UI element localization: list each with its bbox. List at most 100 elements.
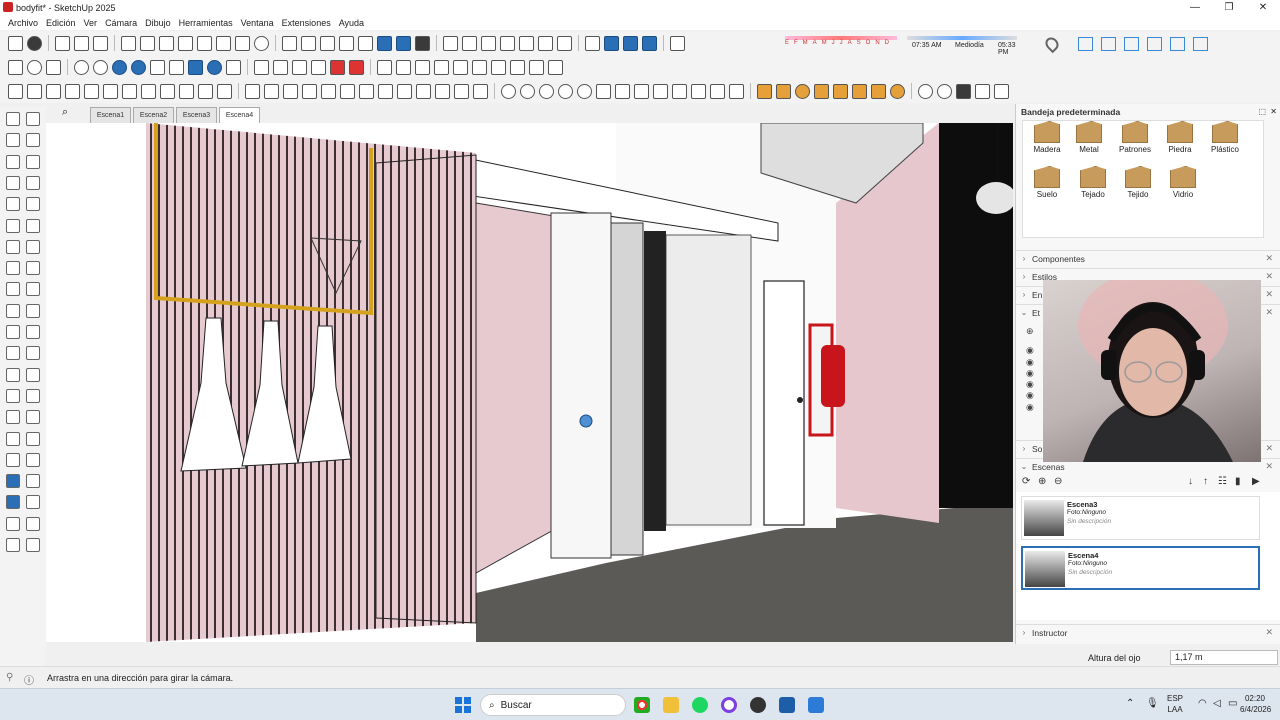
new-icon[interactable]	[55, 35, 70, 51]
rotate-icon[interactable]	[6, 303, 20, 318]
view-icon-b[interactable]	[519, 35, 534, 51]
tab-escena2[interactable]: Escena2	[133, 107, 174, 123]
battery-icon[interactable]: ▭	[1228, 698, 1237, 709]
pie-icon[interactable]	[26, 239, 40, 254]
scale-icon[interactable]	[6, 325, 20, 339]
info-icon[interactable]: ⓘ	[24, 672, 34, 687]
material-madera[interactable]: Madera	[1027, 121, 1067, 161]
xray-icon[interactable]	[377, 35, 392, 51]
circle-tool-icon-a[interactable]	[501, 83, 516, 99]
view-icon-a[interactable]	[500, 35, 515, 51]
plug-icon[interactable]	[956, 83, 971, 99]
tool-icon-x[interactable]	[473, 83, 488, 99]
move-view-icon[interactable]	[585, 35, 600, 51]
menu-ayuda[interactable]: Ayuda	[339, 18, 364, 28]
tool-icon-r[interactable]	[359, 83, 374, 99]
tool-icon-k[interactable]	[217, 83, 232, 99]
select-icon[interactable]	[6, 112, 20, 126]
move-up-icon[interactable]: ↑	[1203, 476, 1208, 487]
paint-icon[interactable]	[150, 59, 165, 75]
extension-icon-h[interactable]	[890, 83, 905, 99]
drop-icon-a[interactable]	[74, 59, 89, 75]
text-icon[interactable]	[26, 367, 40, 382]
tool-icon-j[interactable]	[198, 83, 213, 99]
settings-icon[interactable]	[27, 59, 42, 75]
top-view-icon[interactable]	[301, 35, 316, 51]
tool-icon-g[interactable]	[141, 83, 156, 99]
refresh-icon[interactable]: ⟳	[1022, 476, 1030, 487]
select-mode-icon[interactable]	[8, 83, 23, 99]
axes-icon[interactable]	[6, 388, 20, 403]
menu-dibujo[interactable]: Dibujo	[145, 18, 171, 28]
shaded-icon[interactable]	[396, 35, 411, 51]
tag-tool-icon[interactable]	[6, 154, 20, 169]
lock-icon[interactable]	[729, 83, 744, 99]
circle-tool-icon-d[interactable]	[558, 83, 573, 99]
details-icon[interactable]: ▶	[1252, 476, 1260, 487]
remove-scene-icon[interactable]: ⊖	[1054, 476, 1062, 487]
position-camera-icon[interactable]	[623, 35, 638, 51]
tab-escena4[interactable]: Escena4	[219, 107, 260, 123]
model-viewport[interactable]	[46, 123, 1013, 642]
tool-icon-m[interactable]	[264, 83, 279, 99]
tape-measure-icon[interactable]	[6, 346, 20, 361]
tool-icon-e[interactable]	[103, 83, 118, 99]
tool-icon-d[interactable]	[84, 83, 99, 99]
look-around-icon[interactable]	[642, 35, 657, 51]
solid-tools-icon-b[interactable]	[349, 59, 364, 75]
extension-icon-f[interactable]	[852, 83, 867, 99]
sandbox-icon-e[interactable]	[453, 59, 468, 75]
geolocation-icon[interactable]	[1042, 34, 1062, 54]
shape-icon-d[interactable]	[311, 59, 326, 75]
extension-icon-c[interactable]	[795, 83, 810, 99]
taskbar-search[interactable]: ⌕ Buscar	[480, 694, 626, 716]
tool-icon-f[interactable]	[122, 83, 137, 99]
layout-icon[interactable]	[8, 59, 23, 75]
document-icon[interactable]	[994, 83, 1009, 99]
tool-icon-ae[interactable]	[710, 83, 725, 99]
tool-icon-u[interactable]	[416, 83, 431, 99]
material-metal[interactable]: Metal	[1069, 121, 1109, 161]
view-options-icon[interactable]: ☷	[1218, 476, 1227, 487]
extension-icon-b[interactable]	[776, 83, 791, 99]
rectangle-icon[interactable]	[6, 197, 20, 212]
obs-icon[interactable]	[721, 697, 737, 713]
paint-bucket-icon[interactable]	[6, 133, 20, 148]
outliner-icon-a[interactable]	[1078, 37, 1093, 51]
copy-icon[interactable]	[140, 35, 155, 51]
push-pull-icon[interactable]	[26, 282, 40, 297]
menu-herramientas[interactable]: Herramientas	[179, 18, 233, 28]
model-info-icon[interactable]	[254, 35, 269, 51]
tool-icon-l[interactable]	[245, 83, 260, 99]
undo-icon[interactable]	[197, 35, 212, 51]
tool-icon-aa[interactable]	[634, 83, 649, 99]
sandbox-icon-d[interactable]	[434, 59, 449, 75]
eraser-b-icon[interactable]	[26, 154, 40, 169]
tool-icon-y[interactable]	[596, 83, 611, 99]
iso-view-icon[interactable]	[282, 35, 297, 51]
start-icon[interactable]	[455, 697, 471, 713]
freehand-icon[interactable]	[26, 175, 40, 190]
extension-icon-d[interactable]	[814, 83, 829, 99]
spotify-icon[interactable]	[692, 697, 708, 713]
arc-2pt-icon[interactable]	[6, 261, 20, 276]
cross-icon[interactable]	[46, 59, 61, 75]
position-camera-icon[interactable]	[6, 474, 20, 489]
clock[interactable]: 02:20 6/4/2026	[1240, 693, 1271, 715]
tab-escena1[interactable]: Escena1	[90, 107, 131, 123]
tool-icon-ad[interactable]	[691, 83, 706, 99]
display-section-icon[interactable]	[462, 35, 477, 51]
extension-icon-a[interactable]	[757, 83, 772, 99]
line-tool-icon[interactable]	[226, 59, 241, 75]
outliner-icon-b[interactable]	[1101, 37, 1116, 51]
section-instructor[interactable]: › Instructor ✕	[1016, 624, 1280, 640]
back-view-icon[interactable]	[358, 35, 373, 51]
tool-icon-ac[interactable]	[672, 83, 687, 99]
material-tejido[interactable]: Tejido	[1118, 166, 1158, 206]
front-view-icon[interactable]	[320, 35, 335, 51]
orbit-icon[interactable]	[6, 410, 20, 425]
sandbox-icon-b[interactable]	[396, 59, 411, 75]
dimension-icon[interactable]	[26, 346, 40, 361]
menu-archivo[interactable]: Archivo	[8, 18, 38, 28]
follow-me-icon[interactable]	[26, 303, 40, 318]
